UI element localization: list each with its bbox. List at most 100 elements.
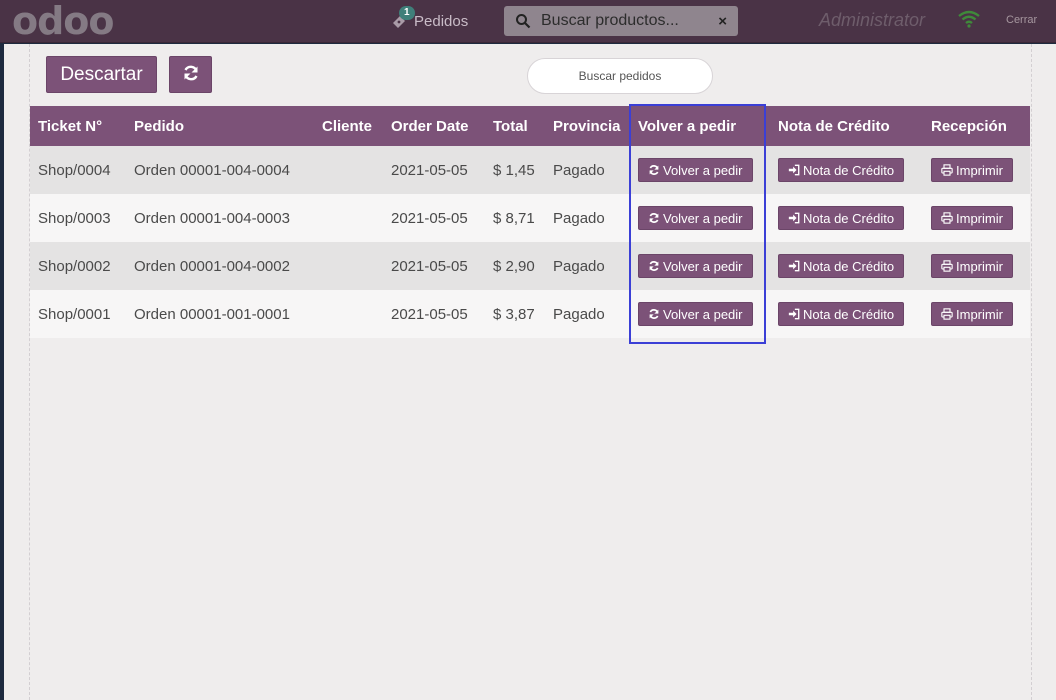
table-row[interactable]: Shop/0003 Orden 00001-004-0003 2021-05-0… [30, 194, 1030, 242]
reorder-cell: Volver a pedir [630, 146, 770, 194]
credit-note-label: Nota de Crédito [803, 306, 895, 322]
ticket-cell: Shop/0002 [30, 242, 126, 290]
table-row[interactable]: Shop/0004 Orden 00001-004-0004 2021-05-0… [30, 146, 1030, 194]
pedido-cell: Orden 00001-001-0001 [126, 290, 314, 338]
reorder-label: Volver a pedir [663, 162, 743, 178]
ticket-cell: Shop/0001 [30, 290, 126, 338]
print-cell: Imprimir [923, 242, 1030, 290]
top-bar: odoo Pedidos 1 Buscar productos... × Adm… [0, 0, 1056, 43]
credit-note-button[interactable]: Nota de Crédito [778, 302, 905, 326]
cliente-cell [314, 290, 383, 338]
col-recepcion: Recepción [923, 106, 1030, 146]
refresh-icon [182, 64, 200, 85]
ticket-cell: Shop/0004 [30, 146, 126, 194]
print-button[interactable]: Imprimir [931, 158, 1013, 182]
credit-note-label: Nota de Crédito [803, 162, 895, 178]
credit-note-label: Nota de Crédito [803, 258, 895, 274]
col-order-date: Order Date [383, 106, 485, 146]
ticket-cell: Shop/0003 [30, 194, 126, 242]
print-icon [941, 164, 953, 176]
pedido-cell: Orden 00001-004-0002 [126, 242, 314, 290]
col-nota-de-credito: Nota de Crédito [770, 106, 923, 146]
cliente-cell [314, 242, 383, 290]
sign-in-icon [788, 260, 800, 272]
search-icon [515, 13, 531, 29]
credit-note-cell: Nota de Crédito [770, 290, 923, 338]
refresh-icon [649, 213, 659, 223]
reorder-button[interactable]: Volver a pedir [638, 254, 753, 278]
search-orders-field[interactable] [527, 58, 713, 94]
refresh-icon [649, 165, 659, 175]
wifi-icon [958, 10, 980, 28]
refresh-icon [649, 309, 659, 319]
print-icon [941, 308, 953, 320]
credit-note-button[interactable]: Nota de Crédito [778, 206, 905, 230]
provincia-cell: Pagado [545, 146, 630, 194]
credit-note-label: Nota de Crédito [803, 210, 895, 226]
cliente-cell [314, 194, 383, 242]
sign-in-icon [788, 164, 800, 176]
provincia-cell: Pagado [545, 242, 630, 290]
reorder-label: Volver a pedir [663, 258, 743, 274]
orders-table: Ticket N° Pedido Cliente Order Date Tota… [30, 106, 1030, 338]
table-row[interactable]: Shop/0002 Orden 00001-004-0002 2021-05-0… [30, 242, 1030, 290]
date-cell: 2021-05-05 [383, 242, 485, 290]
print-icon [941, 212, 953, 224]
table-header-row: Ticket N° Pedido Cliente Order Date Tota… [30, 106, 1030, 146]
credit-note-cell: Nota de Crédito [770, 146, 923, 194]
user-name: Administrator [819, 10, 926, 30]
search-orders-input[interactable] [545, 69, 695, 83]
sign-in-icon [788, 212, 800, 224]
close-button[interactable]: Cerrar [1006, 14, 1037, 26]
table-row[interactable]: Shop/0001 Orden 00001-001-0001 2021-05-0… [30, 290, 1030, 338]
reorder-button[interactable]: Volver a pedir [638, 158, 753, 182]
refresh-button[interactable] [169, 56, 212, 93]
date-cell: 2021-05-05 [383, 290, 485, 338]
col-pedido: Pedido [126, 106, 314, 146]
print-cell: Imprimir [923, 194, 1030, 242]
credit-note-cell: Nota de Crédito [770, 242, 923, 290]
print-label: Imprimir [956, 258, 1003, 274]
date-cell: 2021-05-05 [383, 194, 485, 242]
reorder-cell: Volver a pedir [630, 242, 770, 290]
print-label: Imprimir [956, 210, 1003, 226]
col-volver-a-pedir: Volver a pedir [630, 106, 770, 146]
pedido-cell: Orden 00001-004-0003 [126, 194, 314, 242]
screen-border-right [1031, 44, 1032, 700]
reorder-button[interactable]: Volver a pedir [638, 206, 753, 230]
reorder-label: Volver a pedir [663, 210, 743, 226]
sign-in-icon [788, 308, 800, 320]
odoo-logo: odoo [12, 0, 115, 43]
clear-icon[interactable]: × [718, 13, 727, 30]
cliente-cell [314, 146, 383, 194]
print-label: Imprimir [956, 162, 1003, 178]
col-cliente: Cliente [314, 106, 383, 146]
reorder-cell: Volver a pedir [630, 194, 770, 242]
date-cell: 2021-05-05 [383, 146, 485, 194]
credit-note-button[interactable]: Nota de Crédito [778, 254, 905, 278]
orders-tab-label: Pedidos [414, 12, 469, 30]
print-button[interactable]: Imprimir [931, 302, 1013, 326]
total-cell: $ 2,90 [485, 242, 545, 290]
reorder-label: Volver a pedir [663, 306, 743, 322]
reorder-cell: Volver a pedir [630, 290, 770, 338]
credit-note-cell: Nota de Crédito [770, 194, 923, 242]
print-cell: Imprimir [923, 290, 1030, 338]
search-products-placeholder: Buscar productos... [541, 12, 679, 29]
orders-count-badge: 1 [399, 6, 415, 20]
reorder-button[interactable]: Volver a pedir [638, 302, 753, 326]
total-cell: $ 1,45 [485, 146, 545, 194]
pedido-cell: Orden 00001-004-0004 [126, 146, 314, 194]
discard-button[interactable]: Descartar [46, 56, 157, 93]
col-provincia: Provincia [545, 106, 630, 146]
provincia-cell: Pagado [545, 290, 630, 338]
total-cell: $ 3,87 [485, 290, 545, 338]
credit-note-button[interactable]: Nota de Crédito [778, 158, 905, 182]
col-ticket: Ticket N° [30, 106, 126, 146]
print-button[interactable]: Imprimir [931, 254, 1013, 278]
total-cell: $ 8,71 [485, 194, 545, 242]
print-button[interactable]: Imprimir [931, 206, 1013, 230]
print-label: Imprimir [956, 306, 1003, 322]
search-products-field[interactable]: Buscar productos... × [504, 6, 738, 36]
print-cell: Imprimir [923, 146, 1030, 194]
